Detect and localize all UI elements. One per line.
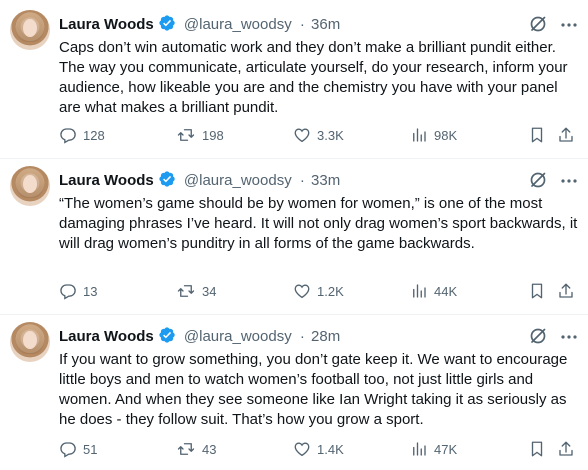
views-count: 98K bbox=[434, 127, 458, 143]
heart-icon bbox=[294, 128, 310, 143]
author-name[interactable]: Laura Woods bbox=[59, 328, 154, 345]
separator-dot: · bbox=[299, 172, 305, 189]
author-name[interactable]: Laura Woods bbox=[59, 16, 154, 33]
verified-badge-icon bbox=[159, 15, 175, 31]
author-name[interactable]: Laura Woods bbox=[59, 172, 154, 189]
bookmark-button[interactable] bbox=[528, 439, 546, 459]
share-icon bbox=[559, 441, 573, 456]
tweet-header: Laura Woods @laura_woodsy · 33m bbox=[59, 170, 340, 190]
retweet-count: 34 bbox=[202, 283, 217, 299]
share-button[interactable] bbox=[557, 125, 575, 145]
reply-button[interactable]: 51 bbox=[59, 439, 97, 459]
retweet-icon bbox=[177, 285, 195, 297]
retweet-button[interactable]: 198 bbox=[176, 125, 224, 145]
tweet-text: If you want to grow something, you don’t… bbox=[59, 351, 568, 428]
bookmark-button[interactable] bbox=[528, 125, 546, 145]
bookmark-button[interactable] bbox=[528, 281, 546, 301]
reply-button[interactable]: 128 bbox=[59, 125, 105, 145]
avatar[interactable] bbox=[10, 10, 50, 50]
retweet-button[interactable]: 43 bbox=[176, 439, 216, 459]
divider bbox=[0, 158, 588, 159]
tweet-text: “The women’s game should be by women for… bbox=[59, 195, 578, 252]
timestamp[interactable]: 33m bbox=[311, 172, 340, 189]
retweet-icon bbox=[177, 129, 195, 141]
like-count: 1.2K bbox=[317, 283, 344, 299]
author-handle[interactable]: @laura_woodsy bbox=[184, 16, 292, 33]
tweet-header: Laura Woods @laura_woodsy · 28m bbox=[59, 326, 340, 346]
retweet-icon bbox=[177, 443, 195, 455]
views-count: 47K bbox=[434, 441, 458, 457]
avatar[interactable] bbox=[10, 322, 50, 362]
like-count: 3.3K bbox=[317, 127, 344, 143]
tweet-3[interactable]: Laura Woods @laura_woodsy · 28m If you w… bbox=[0, 322, 588, 470]
bookmark-icon bbox=[531, 127, 543, 143]
grok-icon[interactable] bbox=[528, 170, 548, 190]
views-icon bbox=[413, 442, 426, 456]
grok-icon[interactable] bbox=[528, 14, 548, 34]
tweet-header: Laura Woods @laura_woodsy · 36m bbox=[59, 14, 340, 34]
timestamp[interactable]: 28m bbox=[311, 328, 340, 345]
reply-icon bbox=[60, 284, 76, 300]
share-icon bbox=[559, 127, 573, 142]
reply-icon bbox=[60, 128, 76, 144]
views-count: 44K bbox=[434, 283, 458, 299]
share-button[interactable] bbox=[557, 281, 575, 301]
more-options-icon[interactable] bbox=[560, 16, 578, 34]
reply-count: 13 bbox=[83, 283, 98, 299]
reply-count: 51 bbox=[83, 441, 98, 457]
like-button[interactable]: 1.2K bbox=[293, 281, 344, 301]
author-handle[interactable]: @laura_woodsy bbox=[184, 172, 292, 189]
author-handle[interactable]: @laura_woodsy bbox=[184, 328, 292, 345]
like-button[interactable]: 3.3K bbox=[293, 125, 344, 145]
like-button[interactable]: 1.4K bbox=[293, 439, 344, 459]
separator-dot: · bbox=[299, 328, 305, 345]
grok-icon[interactable] bbox=[528, 326, 548, 346]
timestamp[interactable]: 36m bbox=[311, 16, 340, 33]
reply-button[interactable]: 13 bbox=[59, 281, 97, 301]
views-icon bbox=[413, 128, 426, 142]
retweet-count: 198 bbox=[202, 127, 224, 143]
separator-dot: · bbox=[299, 16, 305, 33]
more-options-icon[interactable] bbox=[560, 172, 578, 190]
views-button[interactable]: 44K bbox=[410, 281, 457, 301]
share-button[interactable] bbox=[557, 439, 575, 459]
retweet-count: 43 bbox=[202, 441, 217, 457]
heart-icon bbox=[294, 442, 310, 457]
more-options-icon[interactable] bbox=[560, 328, 578, 346]
verified-badge-icon bbox=[159, 327, 175, 343]
bookmark-icon bbox=[531, 283, 543, 299]
share-icon bbox=[559, 283, 573, 298]
reply-count: 128 bbox=[83, 127, 105, 143]
views-button[interactable]: 98K bbox=[410, 125, 457, 145]
tweet-text: Caps don’t win automatic work and they d… bbox=[59, 39, 568, 116]
action-bar: 13 34 1.2K 44K bbox=[59, 281, 579, 301]
bookmark-icon bbox=[531, 441, 543, 457]
action-bar: 51 43 1.4K 47K bbox=[59, 439, 579, 459]
avatar[interactable] bbox=[10, 166, 50, 206]
tweet-1[interactable]: Laura Woods @laura_woodsy · 36m Caps don… bbox=[0, 10, 588, 160]
views-icon bbox=[413, 284, 426, 298]
divider bbox=[0, 314, 588, 315]
heart-icon bbox=[294, 284, 310, 299]
like-count: 1.4K bbox=[317, 441, 344, 457]
retweet-button[interactable]: 34 bbox=[176, 281, 216, 301]
tweet-2[interactable]: Laura Woods @laura_woodsy · 33m “The wom… bbox=[0, 166, 588, 304]
action-bar: 128 198 3.3K 98K bbox=[59, 125, 579, 145]
verified-badge-icon bbox=[159, 171, 175, 187]
reply-icon bbox=[60, 442, 76, 458]
views-button[interactable]: 47K bbox=[410, 439, 457, 459]
